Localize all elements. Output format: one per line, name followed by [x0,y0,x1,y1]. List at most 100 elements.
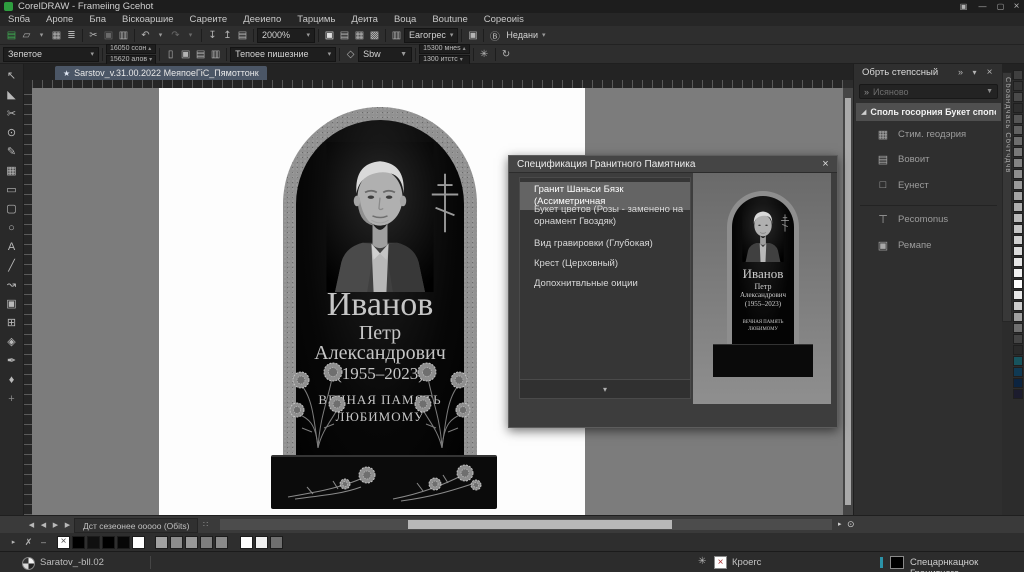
publish-pdf-icon[interactable]: ▤ [235,28,250,42]
document-tab[interactable]: ★ Sarstov_v.31.00.2022 МеяпоеГіС_Пямотто… [55,66,267,80]
first-page-icon[interactable]: ◀ [26,521,37,529]
fill-color-swatch[interactable] [890,556,904,569]
palette-color[interactable] [1013,191,1023,201]
palette-color[interactable] [1013,345,1023,355]
palette-color[interactable] [1013,213,1023,223]
palette-dash-icon[interactable]: – [36,535,51,549]
horizontal-scrollbar[interactable] [220,519,832,530]
horizontal-ruler[interactable] [32,80,843,88]
menu-window[interactable]: Сореоиіs [476,14,532,25]
add-tool-button[interactable]: + [3,389,21,408]
size-widget[interactable]: 15300 мнеs▴ 1300 итстс▾ [419,44,470,65]
docker-group-header[interactable]: ◢ Споль госорния Букет спопонженчный [856,103,1001,121]
docker-item-resources[interactable]: ⊤ Pecomonus [876,212,948,226]
palette-color[interactable] [132,536,145,549]
palette-color[interactable] [255,536,268,549]
palette-color[interactable] [1013,180,1023,190]
palette-color[interactable] [215,536,228,549]
window-restore-icon[interactable]: ▣ [956,0,971,12]
freehand-tool[interactable]: ✎ [3,142,21,161]
launcher-icon[interactable]: Ⓑ [487,28,502,42]
table-tool[interactable]: ⊞ [3,313,21,332]
cut-icon[interactable]: ✂ [86,28,101,42]
palette-color[interactable] [1013,268,1023,278]
x-position-value[interactable]: 16050 ссон [110,45,146,52]
palette-color[interactable] [1013,158,1023,168]
zoom-level-combo[interactable]: 2000% ▾ [257,28,315,43]
zoom-tool[interactable]: ⊙ [3,123,21,142]
paste-icon[interactable]: ▥ [116,28,131,42]
knife-tool[interactable]: ✂ [3,104,21,123]
spec-item-options[interactable]: Допохнитвльные оиции [520,276,690,292]
docker-search-input[interactable]: » Исяново ▼ [859,84,998,99]
palette-color[interactable] [72,536,85,549]
monument-stone[interactable]: Иванов Петр Александрович (1955–2023) ВЕ… [283,107,477,456]
docker-side-tab[interactable]: Сбоандчась Сбчтчдчв [1002,72,1012,322]
list-more-strip[interactable]: ▾ [520,379,690,398]
pick-tool[interactable]: ↖ [3,66,21,85]
mode-combo[interactable]: Тепоее пишезние ▾ [230,47,336,62]
menu-edit[interactable]: Аропе [38,14,81,25]
import-icon[interactable]: ↧ [205,28,220,42]
palette-color[interactable] [185,536,198,549]
palette-color[interactable] [1013,334,1023,344]
refresh-icon[interactable]: ↻ [499,47,514,61]
next-page-icon[interactable]: ▶ [50,521,61,529]
menu-effects[interactable]: Дееиепо [235,14,289,25]
columns-icon[interactable]: ▥ [389,28,404,42]
monument-base[interactable] [271,455,497,509]
vertical-ruler[interactable] [24,88,32,515]
height-value[interactable]: 1300 итстс [423,56,458,63]
palette-color[interactable] [1013,257,1023,267]
position-widget[interactable]: 16050 ссон▴ 15620 алов▾ [106,44,156,65]
palette-color[interactable] [1013,81,1023,91]
settings-icon[interactable]: ✳ [477,47,492,61]
filter-funnel-icon[interactable]: ▼ [986,88,993,95]
palette-color[interactable] [1013,356,1023,366]
launch-combo[interactable]: Недани ▾ [502,29,549,42]
view-grid1-icon[interactable]: ▤ [337,28,352,42]
last-page-icon[interactable]: ▶ [62,521,73,529]
outline-tool[interactable]: ♦ [3,370,21,389]
palette-color[interactable] [240,536,253,549]
dialog-title-bar[interactable]: Спецификация Гранитного Памятника × [509,156,837,173]
palette-color[interactable] [1013,147,1023,157]
menu-table[interactable]: Воца [386,14,424,25]
page-portrait-icon[interactable]: ▯ [163,47,178,61]
menu-tools[interactable]: Boutune [424,14,475,25]
rounded-rectangle-tool[interactable]: ▢ [3,199,21,218]
print-icon[interactable]: ≣ [64,28,79,42]
spec-item-bouquet[interactable]: Букет цветов (Розы - заменено на орнамен… [520,202,690,230]
menu-text[interactable]: Деита [343,14,386,25]
palette-color[interactable] [87,536,100,549]
diamond-icon[interactable]: ◇ [343,47,358,61]
palette-color[interactable] [1013,224,1023,234]
spec-item-engraving[interactable]: Вид гравировки (Глубокая) [520,236,690,252]
full-screen-preview-icon[interactable]: ▣ [322,28,337,42]
y-position-value[interactable]: 15620 алов [110,56,147,63]
pan-zoom-icon[interactable]: ⊙ [847,519,855,530]
palette-color[interactable] [1013,235,1023,245]
window-close-icon[interactable]: × [1009,0,1024,12]
window-minimize-icon[interactable]: — [975,0,990,12]
palette-color[interactable] [270,536,283,549]
palette-color[interactable] [1013,312,1023,322]
export-icon[interactable]: ↥ [220,28,235,42]
undo-caret-icon[interactable]: ▾ [153,28,168,42]
text-tool[interactable]: A [3,237,21,256]
palette-color[interactable] [170,536,183,549]
h-spin-down-icon[interactable]: ▾ [460,58,463,62]
undo-icon[interactable]: ↶ [138,28,153,42]
menu-bitmaps[interactable]: Тарцимь [289,14,343,25]
docker-close-icon[interactable]: × [982,65,997,79]
image-icon[interactable]: ▣ [465,28,480,42]
docker-item-roll[interactable]: ▤ Вовоит [876,152,930,166]
docker-item-rename[interactable]: ▣ Ремапе [876,238,931,252]
palette-color[interactable] [1013,246,1023,256]
docker-item-style[interactable]: ▦ Стим. геодэрия [876,127,966,141]
bezier-tool[interactable]: ↝ [3,275,21,294]
palette-color[interactable] [1013,202,1023,212]
menu-view[interactable]: Бпа [81,14,114,25]
units-combo[interactable]: Sbw ▼ [358,47,412,62]
shape-tool[interactable]: ◣ [3,85,21,104]
